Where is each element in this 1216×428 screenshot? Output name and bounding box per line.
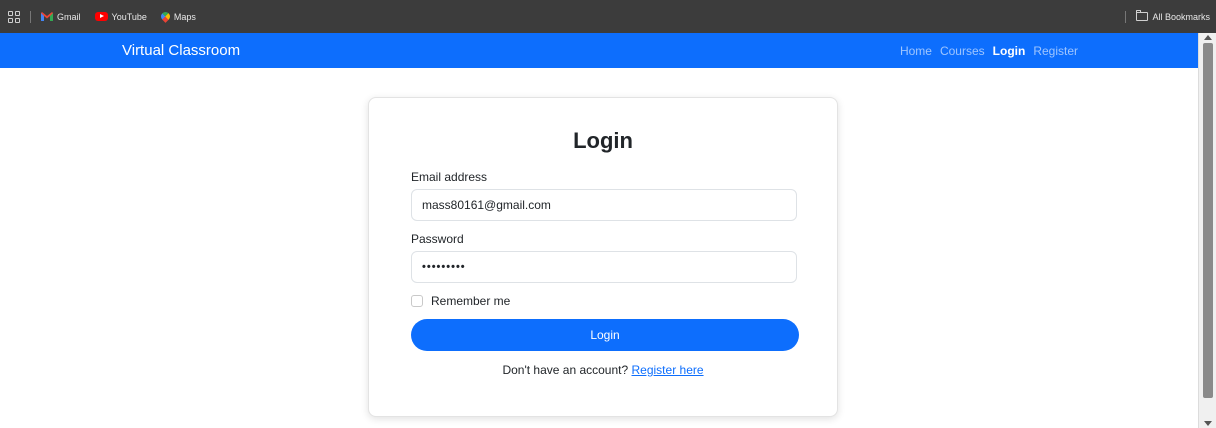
nav-link-register[interactable]: Register: [1033, 44, 1078, 58]
folder-icon: [1136, 10, 1149, 21]
scroll-thumb[interactable]: [1203, 43, 1213, 398]
scroll-up-icon[interactable]: [1204, 35, 1212, 40]
youtube-icon: [94, 12, 108, 21]
password-value: •••••••••: [422, 261, 466, 273]
nav-links: Home Courses Login Register: [900, 33, 1078, 68]
bookmarks-separator: [1125, 10, 1127, 23]
bookmark-gmail[interactable]: Gmail: [41, 12, 81, 22]
register-prompt: Don't have an account?: [502, 363, 629, 377]
browser-window: Gmail YouTube Maps All Bookmarks Virtual…: [0, 0, 1216, 428]
nav-link-home[interactable]: Home: [900, 44, 932, 58]
navbar: Virtual Classroom Home Courses Login Reg…: [0, 33, 1198, 68]
bookmark-label: Maps: [173, 11, 196, 22]
bookmark-maps[interactable]: Maps: [159, 10, 196, 23]
remember-me-row[interactable]: Remember me: [411, 294, 510, 308]
bookmark-label: Gmail: [57, 11, 81, 22]
scroll-down-icon[interactable]: [1204, 421, 1212, 426]
email-input[interactable]: mass80161@gmail.com: [411, 189, 797, 221]
password-label: Password: [411, 232, 464, 246]
all-bookmarks-label: All Bookmarks: [1152, 11, 1210, 22]
login-card: Login Email address mass80161@gmail.com …: [368, 97, 838, 417]
login-button[interactable]: Login: [411, 319, 799, 351]
password-input[interactable]: •••••••••: [411, 251, 797, 283]
register-link[interactable]: Register here: [632, 363, 704, 377]
nav-link-login[interactable]: Login: [993, 44, 1026, 58]
all-bookmarks-button[interactable]: All Bookmarks: [1136, 10, 1210, 22]
login-title: Login: [573, 128, 633, 153]
gmail-icon: [41, 12, 53, 21]
bookmark-label: YouTube: [111, 11, 147, 22]
apps-grid-icon[interactable]: [8, 10, 20, 23]
navbar-brand[interactable]: Virtual Classroom: [122, 33, 240, 68]
page-scrollbar[interactable]: [1198, 33, 1216, 428]
nav-link-courses[interactable]: Courses: [940, 44, 985, 58]
email-label: Email address: [411, 170, 488, 184]
bookmark-youtube[interactable]: YouTube: [94, 11, 147, 22]
bookmarks-bar: Gmail YouTube Maps All Bookmarks: [0, 0, 1216, 33]
maps-icon: [159, 10, 172, 23]
remember-me-checkbox[interactable]: [411, 295, 423, 307]
email-value: mass80161@gmail.com: [422, 198, 551, 212]
bookmarks-separator: [30, 10, 31, 23]
remember-me-label[interactable]: Remember me: [431, 294, 510, 308]
register-prompt-row: Don't have an account? Register here: [369, 363, 837, 377]
